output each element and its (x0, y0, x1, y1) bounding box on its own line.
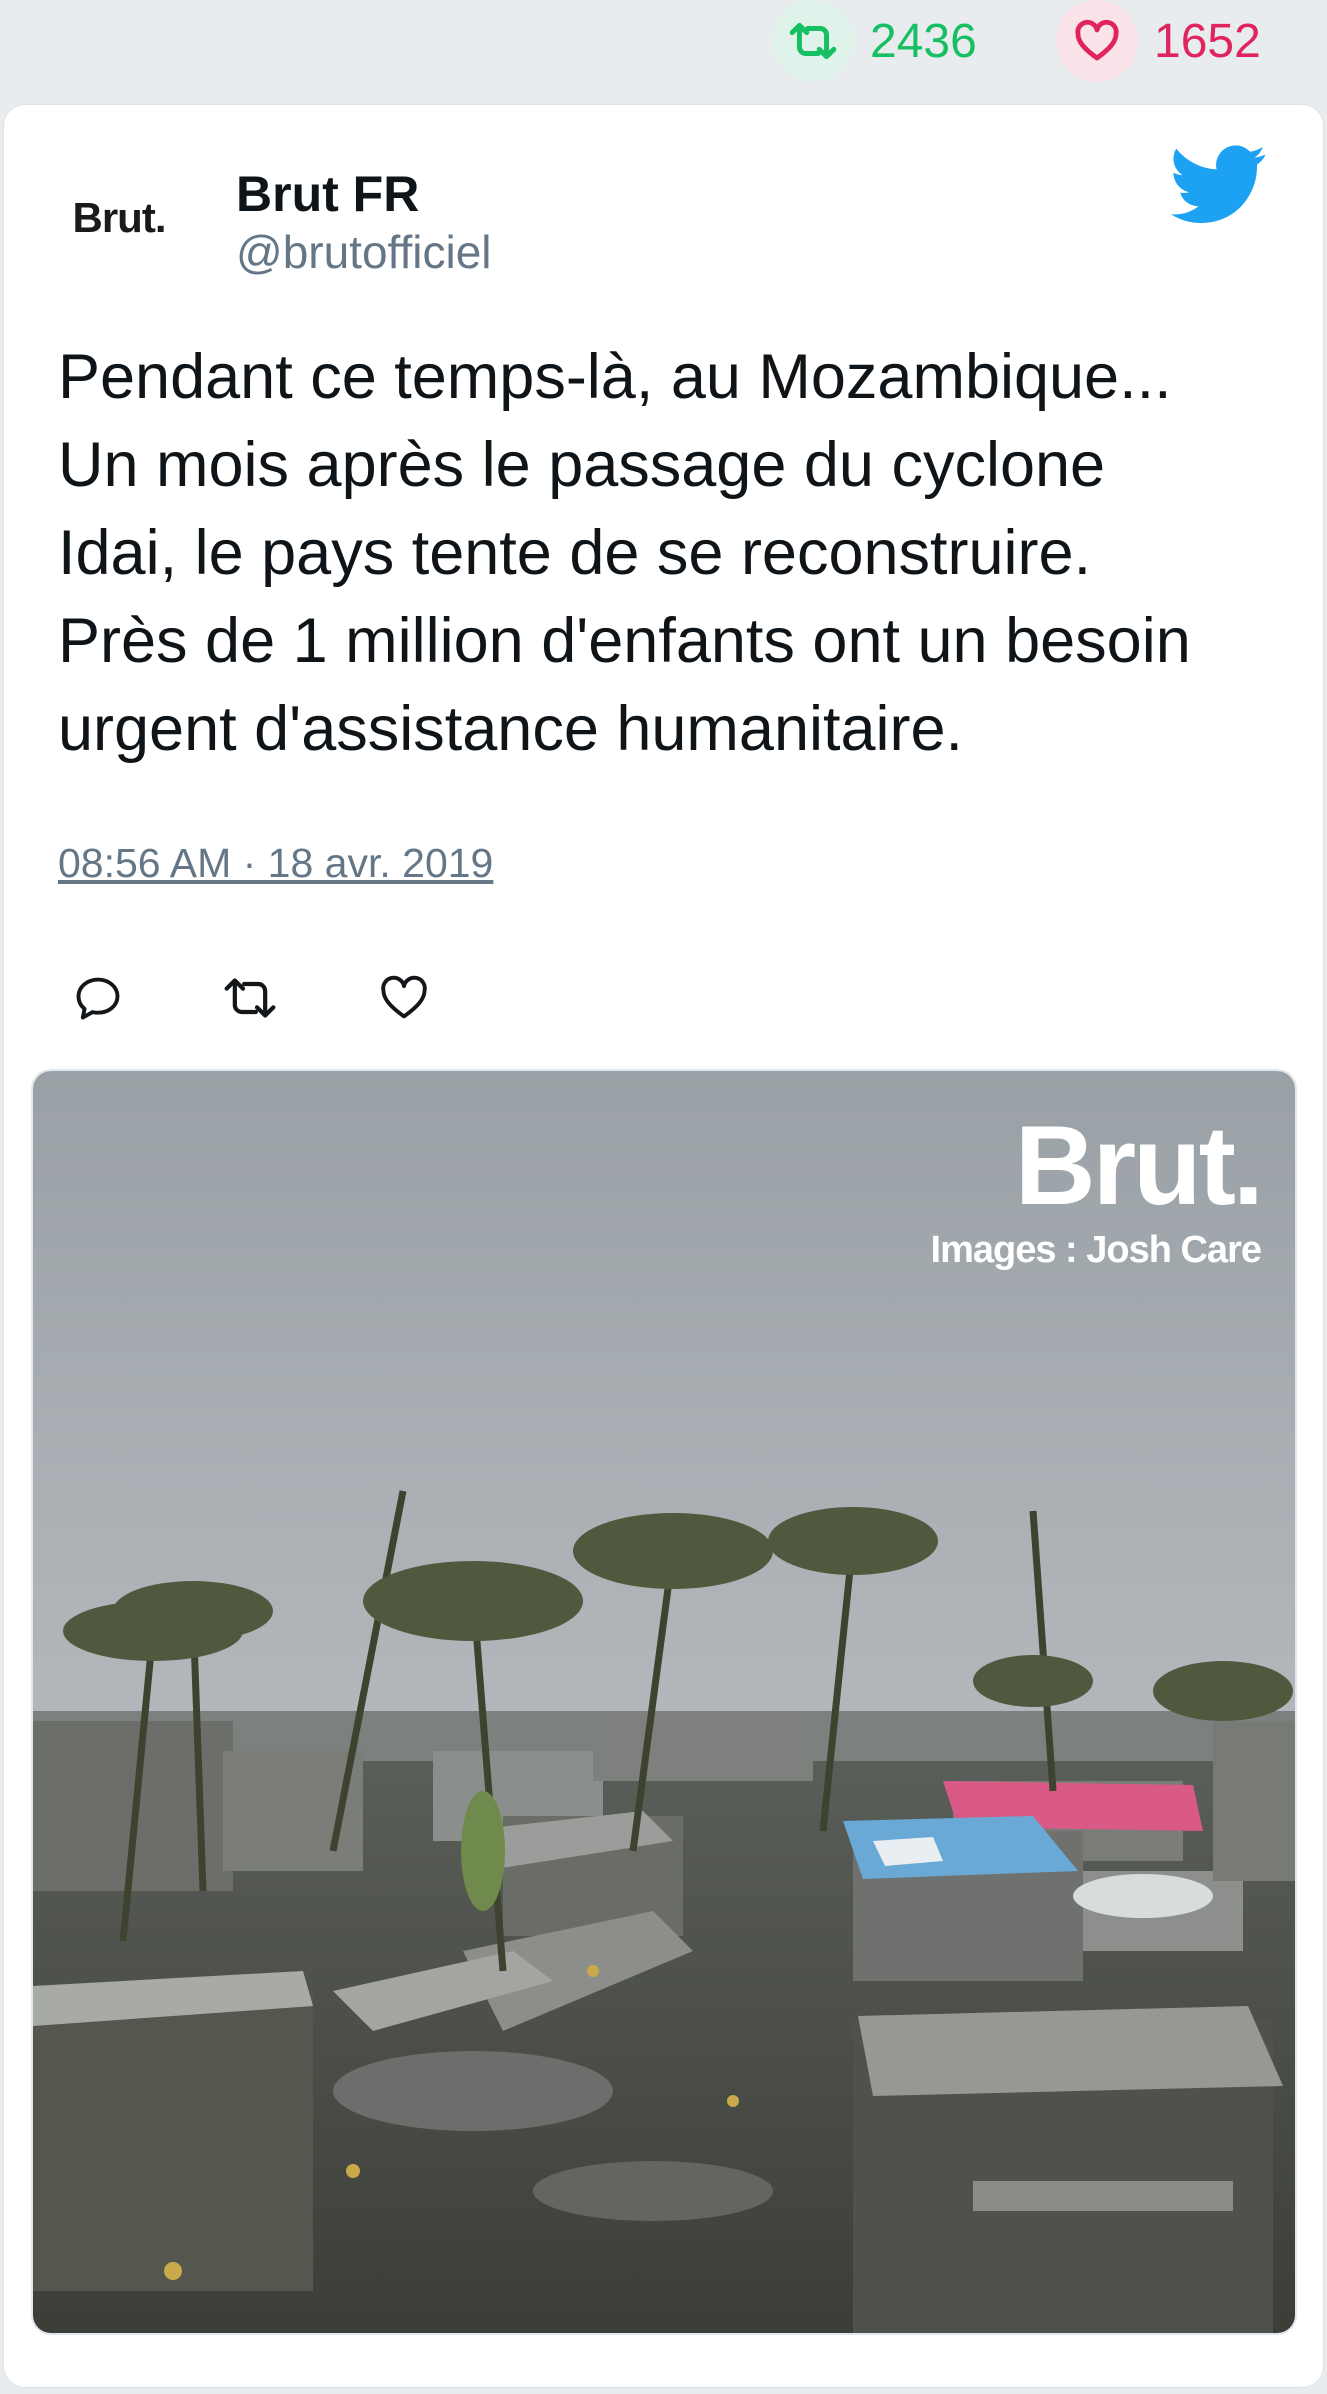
tweet-card: Brut. Brut FR @brutofficiel Pendant ce t… (3, 104, 1324, 2388)
retweet-count: 2436 (870, 14, 977, 68)
tweet-text-line: urgent d'assistance humanitaire. (58, 694, 964, 764)
tweet-text-line: Près de 1 million d'enfants ont un besoi… (58, 606, 1191, 676)
avatar-logo-text: Brut. (72, 194, 167, 241)
watermark-brand: Brut. (1014, 1103, 1264, 1228)
avatar[interactable]: Brut. (54, 153, 184, 283)
watermark-credit: Images : Josh Care (930, 1229, 1262, 1271)
reply-icon[interactable] (58, 958, 138, 1038)
tweet-text-line: Idai, le pays tente de se reconstruire. (58, 518, 1092, 588)
tweet-text-line: Un mois après le passage du cyclone (58, 430, 1106, 500)
engagement-stats: 2436 1652 (0, 0, 1327, 95)
tweet-text: Pendant ce temps-là, au Mozambique... Un… (58, 333, 1288, 773)
like-stat[interactable]: 1652 (1056, 0, 1261, 82)
like-icon[interactable] (364, 958, 444, 1038)
user-handle[interactable]: @brutofficiel (236, 225, 492, 279)
twitter-bird-icon[interactable] (1171, 145, 1267, 225)
media-watermark: Brut. Images : Josh Care (930, 1103, 1264, 1272)
retweet-stat[interactable]: 2436 (772, 0, 977, 82)
tweet-media-video[interactable]: Brut. Images : Josh Care (31, 1069, 1297, 2335)
retweet-icon[interactable] (210, 958, 290, 1038)
like-count: 1652 (1154, 14, 1261, 68)
heart-icon[interactable] (1056, 0, 1138, 82)
retweet-icon[interactable] (772, 0, 854, 82)
tweet-timestamp-link[interactable]: 08:56 AM · 18 avr. 2019 (58, 840, 493, 887)
display-name[interactable]: Brut FR (236, 165, 419, 223)
tweet-text-line: Pendant ce temps-là, au Mozambique... (58, 342, 1172, 412)
